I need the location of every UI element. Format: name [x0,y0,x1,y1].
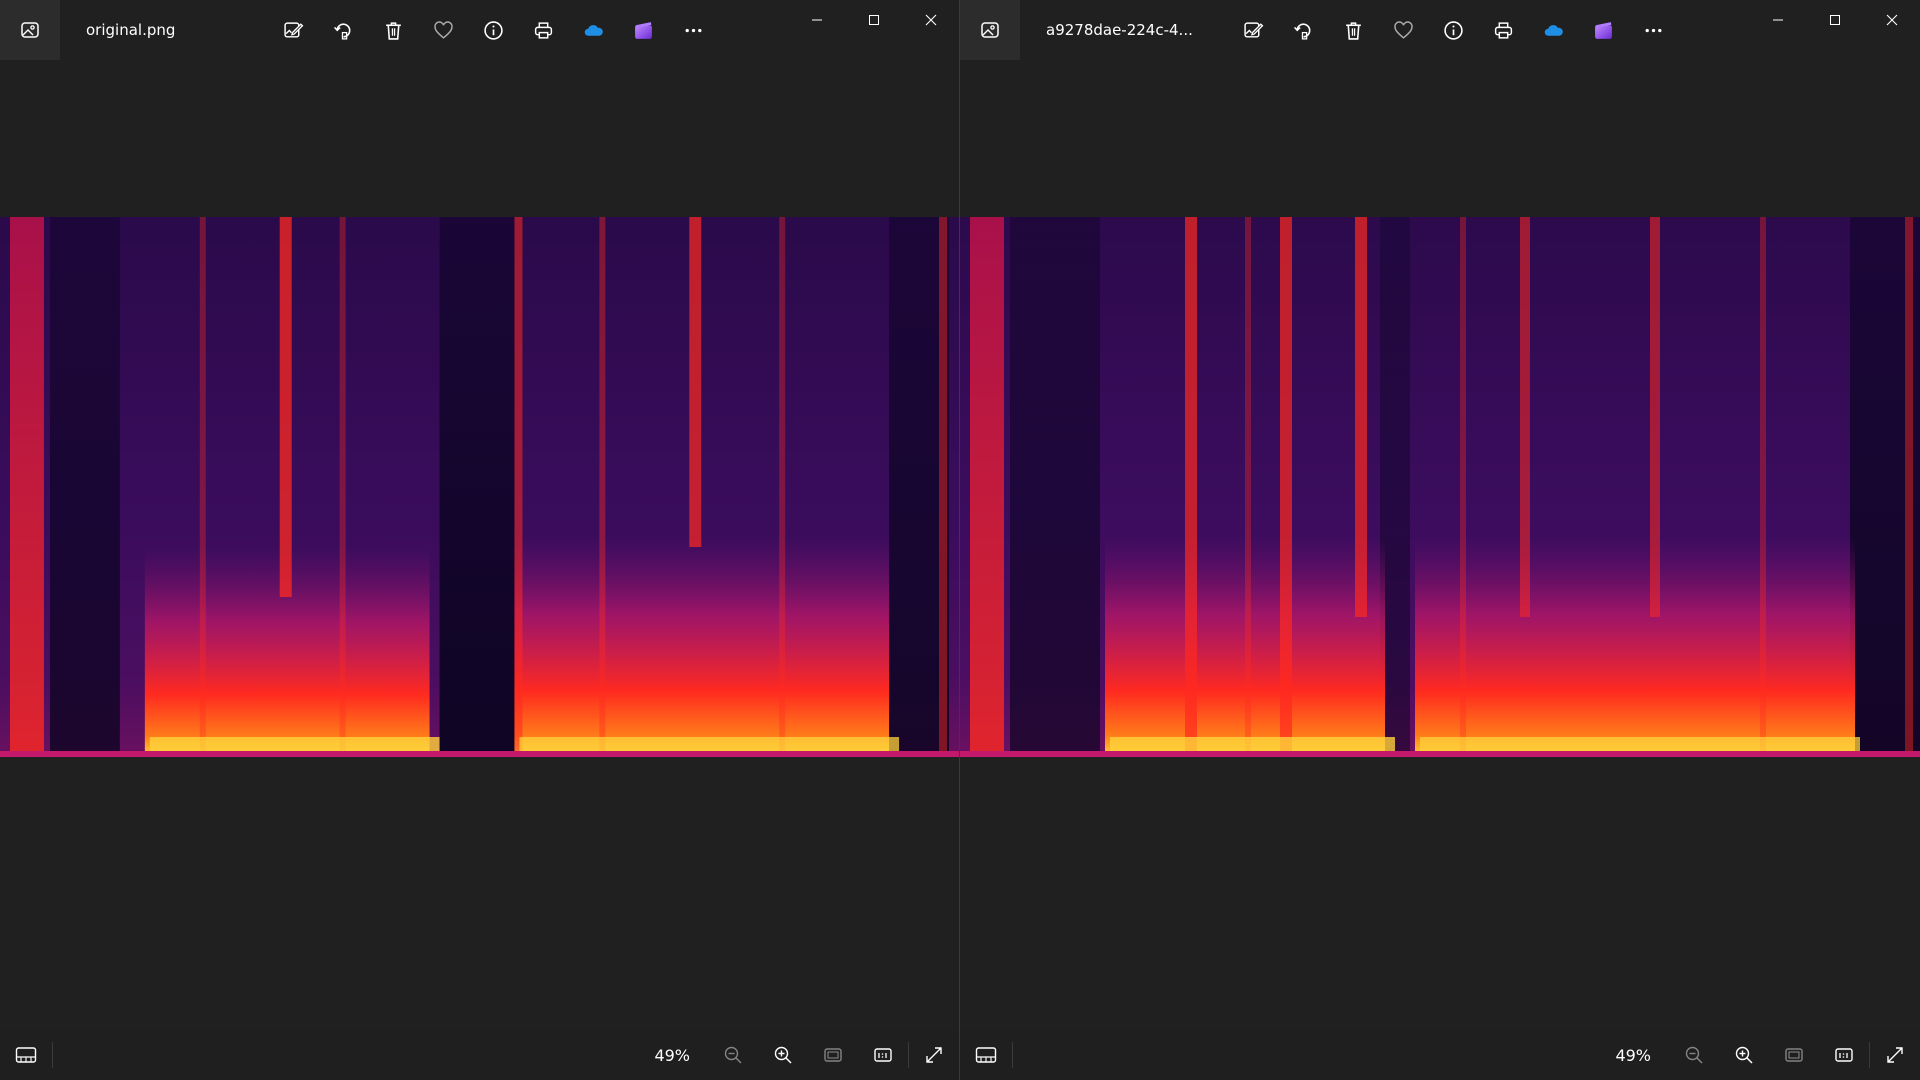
zoom-in-icon[interactable] [758,1030,808,1080]
edit-image-icon[interactable] [268,10,318,50]
delete-icon[interactable] [1328,10,1378,50]
favorite-heart-icon[interactable] [1378,10,1428,50]
info-icon[interactable] [468,10,518,50]
photos-window-left: original.png 49% [0,0,960,1080]
edit-image-icon[interactable] [1228,10,1278,50]
fit-to-window-icon[interactable] [808,1030,858,1080]
close-icon[interactable] [902,0,959,40]
photos-app-icon[interactable] [960,0,1020,60]
window-controls [1749,0,1920,40]
title-bar: original.png [0,0,959,60]
onedrive-cloud-icon[interactable] [1528,10,1578,50]
zoom-out-icon[interactable] [708,1030,758,1080]
desktop: original.png 49% a9278dae-224c-4... 49% [0,0,1920,1080]
fullscreen-icon[interactable] [909,1030,959,1080]
divider [1012,1042,1013,1068]
rotate-icon[interactable] [1278,10,1328,50]
photos-app-icon[interactable] [0,0,60,60]
status-bar: 49% [960,1030,1920,1080]
more-options-icon[interactable] [1628,10,1678,50]
spectrogram-image [0,217,959,757]
status-bar: 49% [0,1030,959,1080]
window-controls [788,0,959,40]
delete-icon[interactable] [368,10,418,50]
zoom-level[interactable]: 49% [654,1046,690,1065]
zoom-out-icon[interactable] [1669,1030,1719,1080]
file-name: a9278dae-224c-4... [1046,21,1193,39]
minimize-icon[interactable] [1749,0,1806,40]
zoom-in-icon[interactable] [1719,1030,1769,1080]
spectrogram-image [960,217,1920,757]
filmstrip-icon[interactable] [960,1030,1012,1080]
fullscreen-icon[interactable] [1870,1030,1920,1080]
photos-window-right: a9278dae-224c-4... 49% [960,0,1920,1080]
close-icon[interactable] [1863,0,1920,40]
clipchamp-icon[interactable] [1578,10,1628,50]
zoom-controls: 49% [654,1030,959,1080]
rotate-icon[interactable] [318,10,368,50]
zoom-controls: 49% [1615,1030,1920,1080]
zoom-level[interactable]: 49% [1615,1046,1651,1065]
file-name: original.png [86,21,176,39]
info-icon[interactable] [1428,10,1478,50]
clipchamp-icon[interactable] [618,10,668,50]
more-options-icon[interactable] [668,10,718,50]
actual-size-icon[interactable] [858,1030,908,1080]
title-bar: a9278dae-224c-4... [960,0,1920,60]
toolbar [268,10,718,50]
maximize-icon[interactable] [1806,0,1863,40]
print-icon[interactable] [518,10,568,50]
toolbar [1228,10,1678,50]
fit-to-window-icon[interactable] [1769,1030,1819,1080]
minimize-icon[interactable] [788,0,845,40]
print-icon[interactable] [1478,10,1528,50]
filmstrip-icon[interactable] [0,1030,52,1080]
onedrive-cloud-icon[interactable] [568,10,618,50]
favorite-heart-icon[interactable] [418,10,468,50]
actual-size-icon[interactable] [1819,1030,1869,1080]
maximize-icon[interactable] [845,0,902,40]
divider [52,1042,53,1068]
